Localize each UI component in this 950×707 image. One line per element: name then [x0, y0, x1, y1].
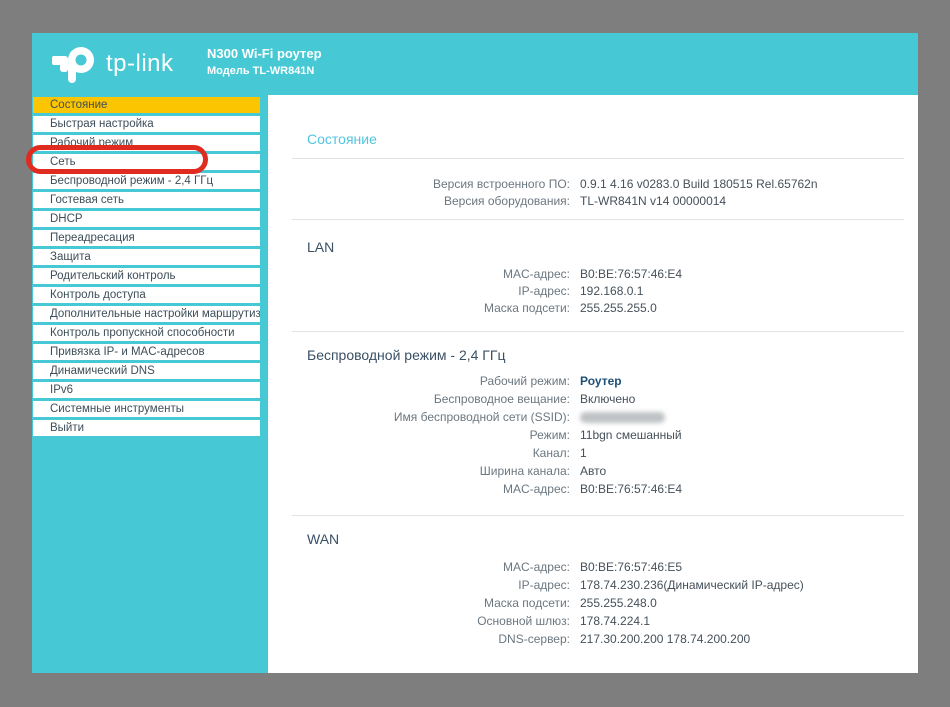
row-value: B0:BE:76:57:46:E4 — [580, 482, 682, 496]
wan-gateway-row: Основной шлюз: 178.74.224.1 — [268, 612, 918, 630]
row-label: DNS-сервер: — [268, 632, 570, 646]
section-title-lan: LAN — [307, 239, 918, 255]
section-title-wireless: Беспроводной режим - 2,4 ГГц — [307, 347, 918, 363]
firmware-version-row: Версия встроенного ПО: 0.9.1 4.16 v0283.… — [268, 175, 918, 192]
row-label: Маска подсети: — [268, 301, 570, 315]
divider — [292, 219, 904, 220]
sidebar-item-parental-control[interactable]: Родительский контроль — [33, 268, 260, 284]
lan-section: MAC-адрес: B0:BE:76:57:46:E4 IP-адрес: 1… — [268, 265, 918, 316]
wan-dns-row: DNS-сервер: 217.30.200.200 178.74.200.20… — [268, 630, 918, 648]
operation-mode-link[interactable]: Роутер — [580, 374, 622, 388]
section-title-wan: WAN — [307, 531, 918, 547]
row-label: MAC-адрес: — [268, 482, 570, 496]
lan-mac-row: MAC-адрес: B0:BE:76:57:46:E4 — [268, 265, 918, 282]
sidebar-item-network[interactable]: Сеть — [33, 154, 260, 170]
sidebar-item-dynamic-dns[interactable]: Динамический DNS — [33, 363, 260, 379]
row-label: Основной шлюз: — [268, 614, 570, 628]
lan-ip-row: IP-адрес: 192.168.0.1 — [268, 282, 918, 299]
wireless-mode-row: Рабочий режим: Роутер — [268, 372, 918, 390]
sidebar-item-operation-mode[interactable]: Рабочий режим — [33, 135, 260, 151]
row-label: Режим: — [268, 428, 570, 442]
row-label: Канал: — [268, 446, 570, 460]
sidebar-item-access-control[interactable]: Контроль доступа — [33, 287, 260, 303]
row-value: 178.74.224.1 — [580, 614, 650, 628]
row-value: 255.255.248.0 — [580, 596, 657, 610]
sidebar-item-status[interactable]: Состояние — [33, 97, 260, 113]
row-value: B0:BE:76:57:46:E5 — [580, 560, 682, 574]
row-value: 192.168.0.1 — [580, 284, 643, 298]
status-content: Состояние Версия встроенного ПО: 0.9.1 4… — [268, 95, 918, 673]
row-label: MAC-адрес: — [268, 560, 570, 574]
wireless-section: Рабочий режим: Роутер Беспроводное вещан… — [268, 372, 918, 498]
sidebar-item-forwarding[interactable]: Переадресация — [33, 230, 260, 246]
sidebar-item-dhcp[interactable]: DHCP — [33, 211, 260, 227]
row-label: Версия оборудования: — [268, 194, 570, 208]
wireless-ssid-row: Имя беспроводной сети (SSID): — [268, 408, 918, 426]
sidebar-item-logout[interactable]: Выйти — [33, 420, 260, 436]
sidebar-item-bandwidth-control[interactable]: Контроль пропускной способности — [33, 325, 260, 341]
row-value: 217.30.200.200 178.74.200.200 — [580, 632, 750, 646]
sidebar-item-guest-network[interactable]: Гостевая сеть — [33, 192, 260, 208]
device-model: Модель TL-WR841N — [207, 65, 322, 77]
divider — [292, 515, 904, 516]
sidebar-menu: Состояние Быстрая настройка Рабочий режи… — [32, 95, 268, 673]
router-admin-page: tp-link N300 Wi-Fi роутер Модель TL-WR84… — [32, 33, 918, 673]
row-label: Рабочий режим: — [268, 374, 570, 388]
sidebar-item-ipv6[interactable]: IPv6 — [33, 382, 260, 398]
row-value: Включено — [580, 392, 635, 406]
row-value: 11bgn смешанный — [580, 428, 682, 442]
row-value: 255.255.255.0 — [580, 301, 657, 315]
wireless-radio-row: Беспроводное вещание: Включено — [268, 390, 918, 408]
row-value: 1 — [580, 446, 587, 460]
row-label: Ширина канала: — [268, 464, 570, 478]
sidebar-item-system-tools[interactable]: Системные инструменты — [33, 401, 260, 417]
wan-section: MAC-адрес: B0:BE:76:57:46:E5 IP-адрес: 1… — [268, 558, 918, 648]
row-label: MAC-адрес: — [268, 267, 570, 281]
row-value: TL-WR841N v14 00000014 — [580, 194, 726, 208]
hardware-version-row: Версия оборудования: TL-WR841N v14 00000… — [268, 192, 918, 209]
divider — [292, 331, 904, 332]
version-section: Версия встроенного ПО: 0.9.1 4.16 v0283.… — [268, 175, 918, 209]
row-label: IP-адрес: — [268, 578, 570, 592]
page-title: Состояние — [307, 95, 918, 147]
sidebar-item-advanced-routing[interactable]: Дополнительные настройки маршрутизации — [33, 306, 260, 322]
device-title: N300 Wi-Fi роутер — [207, 46, 322, 61]
row-label: Беспроводное вещание: — [268, 392, 570, 406]
header-bar: tp-link N300 Wi-Fi роутер Модель TL-WR84… — [32, 33, 918, 95]
sidebar-item-wireless-24ghz[interactable]: Беспроводной режим - 2,4 ГГц — [33, 173, 260, 189]
ssid-redacted-blur — [580, 412, 665, 423]
wan-subnet-row: Маска подсети: 255.255.248.0 — [268, 594, 918, 612]
wireless-mac-row: MAC-адрес: B0:BE:76:57:46:E4 — [268, 480, 918, 498]
wireless-channel-width-row: Ширина канала: Авто — [268, 462, 918, 480]
row-label: Имя беспроводной сети (SSID): — [268, 410, 570, 424]
tp-link-logo: tp-link — [52, 44, 174, 84]
device-titles: N300 Wi-Fi роутер Модель TL-WR841N — [207, 46, 322, 77]
row-value: Авто — [580, 464, 606, 478]
sidebar-item-security[interactable]: Защита — [33, 249, 260, 265]
wireless-protocol-row: Режим: 11bgn смешанный — [268, 426, 918, 444]
wan-ip-row: IP-адрес: 178.74.230.236(Динамический IP… — [268, 576, 918, 594]
row-value: 178.74.230.236(Динамический IP-адрес) — [580, 578, 804, 592]
wireless-channel-row: Канал: 1 — [268, 444, 918, 462]
wan-mac-row: MAC-адрес: B0:BE:76:57:46:E5 — [268, 558, 918, 576]
row-label: IP-адрес: — [268, 284, 570, 298]
divider — [292, 158, 904, 159]
row-label: Версия встроенного ПО: — [268, 177, 570, 191]
router-admin-screenshot: { "colors": { "teal": "#47c9d5", "active… — [0, 0, 950, 707]
sidebar-item-quick-setup[interactable]: Быстрая настройка — [33, 116, 260, 132]
row-value: B0:BE:76:57:46:E4 — [580, 267, 682, 281]
tp-link-logo-icon — [52, 44, 100, 84]
row-label: Маска подсети: — [268, 596, 570, 610]
row-value: 0.9.1 4.16 v0283.0 Build 180515 Rel.6576… — [580, 177, 818, 191]
sidebar-item-ip-mac-binding[interactable]: Привязка IP- и MAC-адресов — [33, 344, 260, 360]
tp-link-logo-text: tp-link — [106, 50, 174, 78]
lan-subnet-row: Маска подсети: 255.255.255.0 — [268, 299, 918, 316]
